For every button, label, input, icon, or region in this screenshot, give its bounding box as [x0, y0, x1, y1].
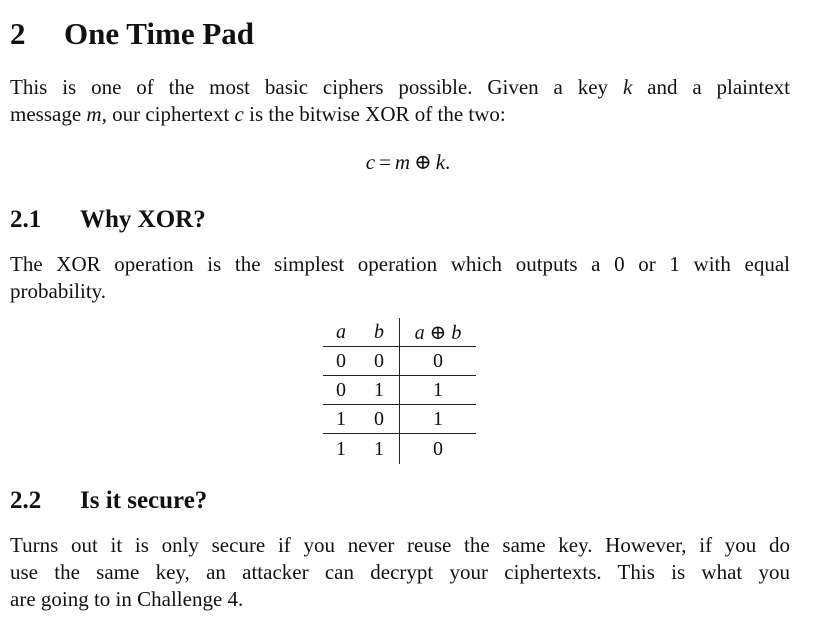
table-cell: 1	[336, 407, 346, 430]
subsection-title: Is it secure?	[80, 487, 208, 514]
secure-line-3: are going to in Challenge 4.	[10, 587, 244, 611]
table-row: 0 1 1	[323, 375, 476, 405]
subsection-number: 2.1	[10, 206, 42, 233]
table-cell: 1	[336, 437, 346, 460]
is-it-secure-paragraph: Turns out it is only secure if you never…	[10, 532, 790, 613]
subsection-heading-is-it-secure: 2.2 Is it secure?	[10, 486, 207, 516]
secure-line-2: use the same key, an attacker can decryp…	[10, 560, 790, 584]
table-cell: 1	[374, 437, 384, 460]
subsection-title: Why XOR?	[80, 206, 206, 233]
table-cell: 0	[374, 349, 384, 372]
table-cell: 0	[399, 346, 476, 376]
math-k: k	[622, 75, 633, 99]
section-number: 2	[10, 16, 26, 51]
table-cell: 0	[336, 378, 346, 401]
math-m: m	[86, 102, 102, 126]
table-cell: 0	[336, 349, 346, 372]
table-cell: 0	[399, 433, 476, 464]
intro-line-2: message m, our ciphertext c is the bitwi…	[10, 102, 506, 126]
table-cell: 1	[399, 375, 476, 405]
section-title: One Time Pad	[64, 16, 255, 51]
table-row: 1 1 0	[323, 433, 476, 464]
section-heading: 2 One Time Pad	[10, 16, 254, 52]
table-cell: 1	[374, 378, 384, 401]
why-xor-paragraph: The XOR operation is the simplest operat…	[10, 251, 790, 305]
table-header-xor: a ⊕ b	[399, 318, 476, 347]
why-line-1: The XOR operation is the simplest operat…	[10, 252, 790, 276]
table-header-row: a b a ⊕ b	[323, 318, 476, 347]
table-row: 0 0 0	[323, 346, 476, 376]
why-line-2: probability.	[10, 279, 107, 303]
secure-line-1: Turns out it is only secure if you never…	[10, 533, 790, 557]
xor-equation: c = m ⊕ k.	[365, 150, 451, 174]
xor-truth-table: a b a ⊕ b 0 0 0 0 1 1 1 0 1 1 1 0	[323, 318, 476, 464]
subsection-heading-why-xor: 2.1 Why XOR?	[10, 205, 206, 235]
subsection-number: 2.2	[10, 487, 42, 514]
table-cell: 1	[399, 404, 476, 434]
table-cell: 0	[374, 407, 384, 430]
table-row: 1 0 1	[323, 404, 476, 434]
table-header-b: b	[374, 320, 384, 343]
intro-paragraph: This is one of the most basic ciphers po…	[10, 74, 790, 128]
intro-line-1: This is one of the most basic ciphers po…	[10, 75, 790, 99]
table-header-a: a	[336, 320, 346, 343]
math-c: c	[234, 102, 244, 126]
